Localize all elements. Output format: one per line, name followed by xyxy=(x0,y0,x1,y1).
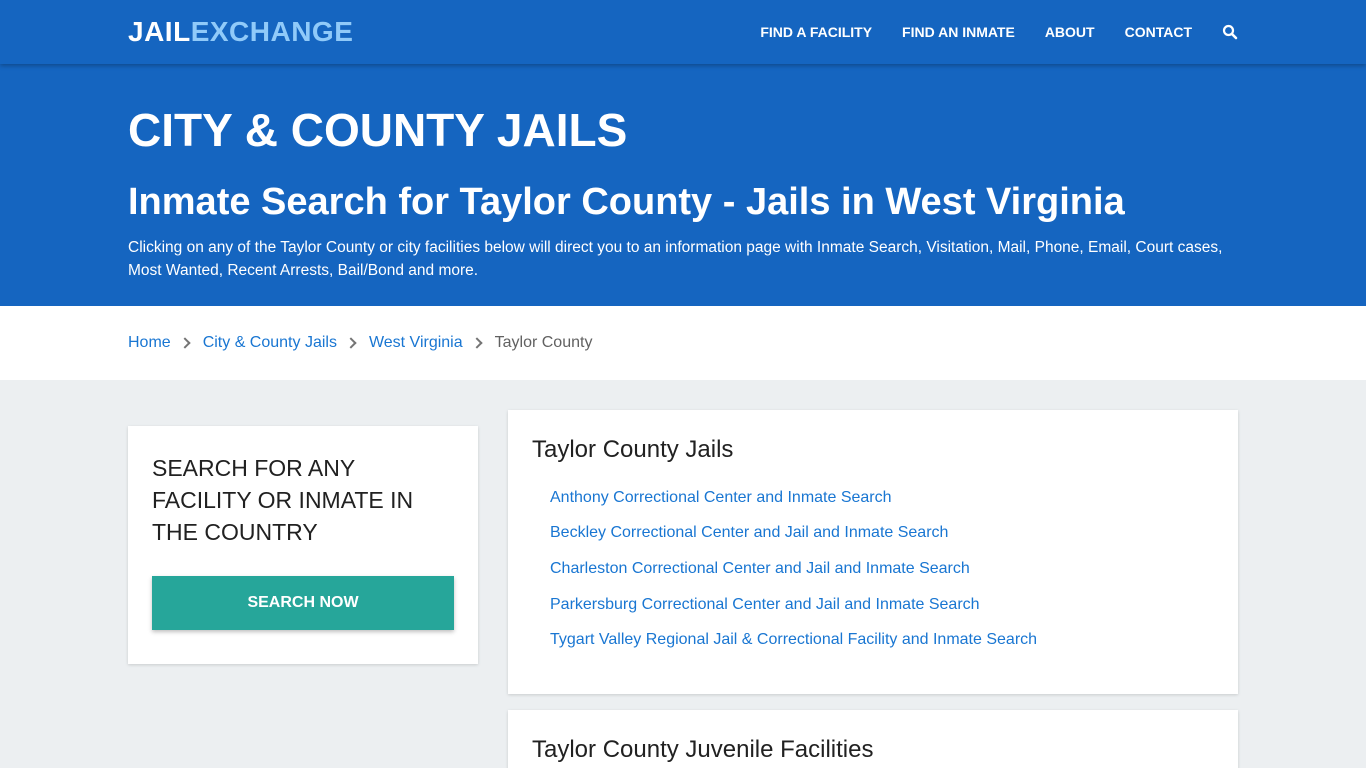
top-navbar: JAIL EXCHANGE FIND A FACILITY FIND AN INM… xyxy=(0,0,1366,64)
search-now-button[interactable]: SEARCH NOW xyxy=(152,576,454,630)
main-content: SEARCH FOR ANY FACILITY OR INMATE IN THE… xyxy=(0,380,1366,768)
jails-section-title: Taylor County Jails xyxy=(532,436,734,463)
list-item: Parkersburg Correctional Center and Jail… xyxy=(550,587,1214,623)
facility-link[interactable]: Beckley Correctional Center and Jail and… xyxy=(550,524,948,542)
page-title: CITY & COUNTY JAILS xyxy=(128,104,628,156)
breadcrumb-current: Taylor County xyxy=(494,334,593,351)
chevron-right-icon xyxy=(179,337,191,349)
breadcrumb-city-county-jails[interactable]: City & County Jails xyxy=(203,334,337,352)
list-item: Beckley Correctional Center and Jail and… xyxy=(550,516,1214,552)
chevron-right-icon xyxy=(345,337,357,349)
search-cta-heading: SEARCH FOR ANY FACILITY OR INMATE IN THE… xyxy=(152,455,414,545)
breadcrumb-west-virginia[interactable]: West Virginia xyxy=(369,334,463,352)
facility-link[interactable]: Anthony Correctional Center and Inmate S… xyxy=(550,489,892,507)
list-item: Charleston Correctional Center and Jail … xyxy=(550,551,1214,587)
nav-find-facility[interactable]: FIND A FACILITY xyxy=(760,24,872,40)
jails-card: Taylor County Jails Anthony Correctional… xyxy=(508,410,1238,694)
nav-find-inmate[interactable]: FIND AN INMATE xyxy=(902,24,1015,40)
breadcrumb: Home City & County Jails West Virginia T… xyxy=(0,306,1366,380)
facility-link[interactable]: Charleston Correctional Center and Jail … xyxy=(550,560,970,578)
nav-about[interactable]: ABOUT xyxy=(1045,24,1095,40)
breadcrumb-home[interactable]: Home xyxy=(128,334,171,352)
site-logo[interactable]: JAIL EXCHANGE xyxy=(128,16,353,48)
page-description: Clicking on any of the Taylor County or … xyxy=(128,239,1223,279)
juvenile-section-title: Taylor County Juvenile Facilities xyxy=(532,736,874,763)
facility-link[interactable]: Parkersburg Correctional Center and Jail… xyxy=(550,596,980,614)
logo-part-exchange: EXCHANGE xyxy=(190,16,354,47)
hero-banner: CITY & COUNTY JAILS Inmate Search for Ta… xyxy=(0,64,1366,306)
list-item: Anthony Correctional Center and Inmate S… xyxy=(550,480,1214,516)
search-icon[interactable] xyxy=(1222,24,1238,40)
list-item: Tygart Valley Regional Jail & Correction… xyxy=(550,622,1214,658)
chevron-right-icon xyxy=(470,337,483,349)
juvenile-card: Taylor County Juvenile Facilities xyxy=(508,710,1238,768)
search-cta-card: SEARCH FOR ANY FACILITY OR INMATE IN THE… xyxy=(128,426,478,664)
nav-contact[interactable]: CONTACT xyxy=(1125,24,1192,40)
facility-list: Anthony Correctional Center and Inmate S… xyxy=(532,480,1214,658)
logo-part-jail: JAIL xyxy=(128,16,191,47)
main-nav: FIND A FACILITY FIND AN INMATE ABOUT CON… xyxy=(730,24,1238,40)
page-subtitle: Inmate Search for Taylor County - Jails … xyxy=(128,181,1125,223)
facility-link[interactable]: Tygart Valley Regional Jail & Correction… xyxy=(550,631,1037,649)
